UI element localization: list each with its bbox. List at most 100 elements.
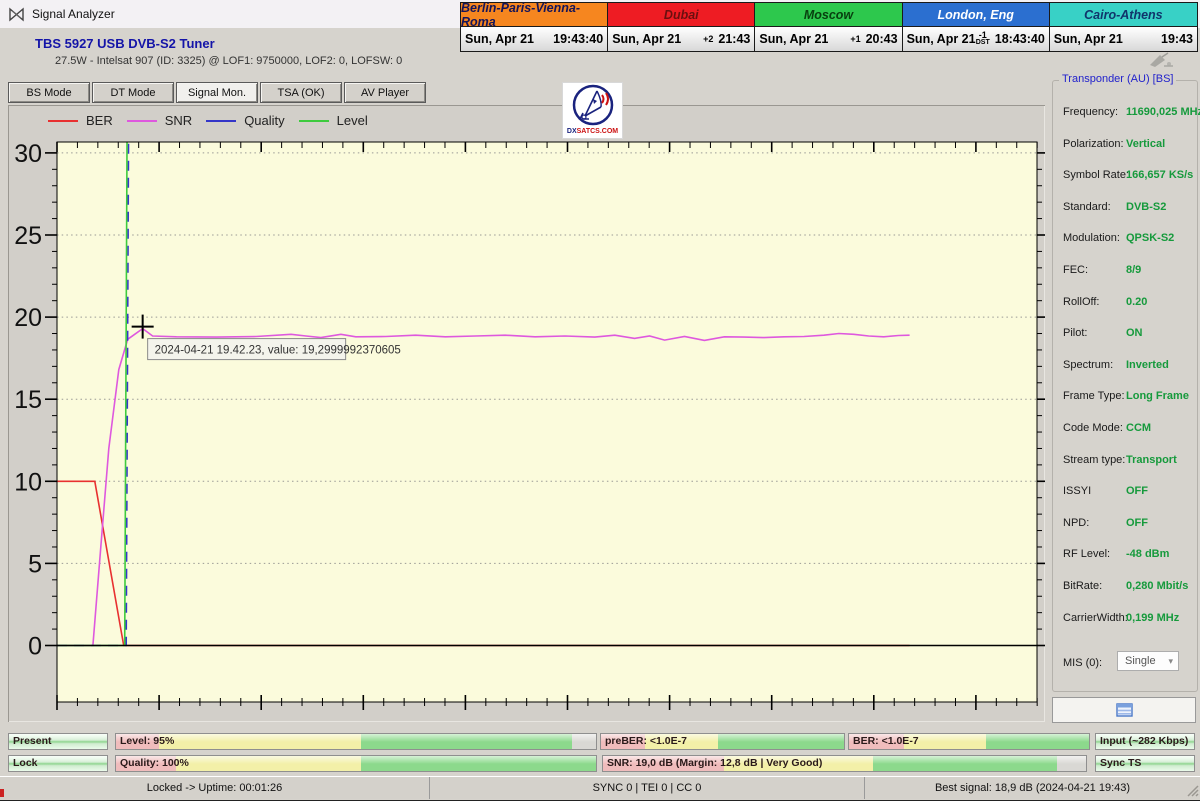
meter-label: Input (~282 Kbps) [1100,735,1189,747]
field-value: DVB-S2 [1126,200,1167,213]
clock-berlin-paris-vienna-roma: Berlin-Paris-Vienna-Roma Sun, Apr 21 19:43… [461,1,609,51]
status-bar: Locked -> Uptime: 00:01:26 SYNC 0 | TEI 0… [0,776,1200,799]
tuner-title: TBS 5927 USB DVB-S2 Tuner [35,36,215,51]
meter-preber: preBER: <1.0E-7 [600,733,845,750]
field-label: Stream type: [1063,453,1126,466]
meter-label: BER: <1.0E-7 [853,735,919,747]
corner-marker [0,789,4,797]
app-logo-icon [9,6,24,22]
meter-label: Sync TS [1100,757,1142,769]
clock-time-row: Sun, Apr 21 19:43:40 [461,27,608,51]
status-section-1: SYNC 0 | TEI 0 | CC 0 [430,777,865,799]
field-value: 8/9 [1126,264,1142,276]
clock-time: 21:43 [718,32,751,46]
meter-label: Lock [13,757,38,769]
meter-snr: SNR: 19,0 dB (Margin: 12,8 dB | Very Goo… [602,755,1087,772]
meter-label: preBER: <1.0E-7 [605,735,687,747]
clock-date: Sun, Apr 21 [906,32,976,46]
y-axis-label: 15 [14,386,42,414]
chart-tooltip-text: 2024-04-21 19.42.23, value: 19,299999237… [155,345,401,357]
clock-utc-offset: -1 DST [975,30,990,47]
field-label: Polarization: [1063,137,1124,150]
chevron-down-icon: ▾ [1168,655,1173,666]
mis-dropdown[interactable]: Single ▾ [1117,651,1179,671]
clock-london-eng: London, Eng Sun, Apr 21 -1 DST 18:43:40 [902,3,1050,51]
field-value: 11690,025 MHz [1126,106,1200,118]
field-label: BitRate: [1063,580,1103,592]
signal-chart-panel: BER SNR Quality Level 30 25 20 15 10 5 0 2024-04-2… [8,105,1045,722]
window-title: Signal Analyzer [32,7,115,21]
world-clock-panel: Berlin-Paris-Vienna-Roma Sun, Apr 21 19:43… [460,1,1198,52]
mis-label: MIS (0): [1063,657,1103,669]
field-label: Spectrum: [1063,358,1114,371]
clock-city-label: Moscow [755,3,902,27]
field-value: 0,280 Mbit/s [1126,580,1189,592]
meter-label: Present [13,735,52,747]
y-axis-label: 0 [28,633,42,661]
clock-date: Sun, Apr 21 [759,32,829,46]
status-section-0: Locked -> Uptime: 00:01:26 [0,777,430,799]
clock-cairo-athens: Cairo-Athens Sun, Apr 21 19:43 [1049,3,1197,51]
clock-time-row: Sun, Apr 21 +2 21:43 [608,27,755,51]
tab-signal-mon-[interactable]: Signal Mon. [176,82,258,103]
dxsatcs-logo: DXSATCS.COM [562,82,623,139]
field-label: Frequency: [1063,106,1119,118]
meter-present: Present [8,733,108,750]
y-axis-label: 5 [28,550,42,578]
clock-time: 19:43 [1161,32,1193,46]
clock-moscow: Moscow Sun, Apr 21 +1 20:43 [755,3,903,51]
tab-tsa-ok-[interactable]: TSA (OK) [260,82,342,103]
field-value: 166,657 KS/s [1126,169,1194,182]
field-label: FEC: [1063,264,1089,276]
tab-dt-mode[interactable]: DT Mode [92,82,174,103]
clock-dubai: Dubai Sun, Apr 21 +2 21:43 [608,3,756,51]
meter-level: Level: 95% [115,733,597,750]
mis-dropdown-value: Single [1125,655,1156,667]
field-value: Inverted [1126,358,1169,371]
dxsatcs-logo-text: DXSATCS.COM [566,128,619,135]
meter-label: SNR: 19,0 dB (Margin: 12,8 dB | Very Goo… [607,757,823,769]
field-value: 0,199 MHz [1126,611,1180,624]
field-label: CarrierWidth: [1063,611,1128,624]
clock-city-label: Berlin-Paris-Vienna-Roma [461,1,608,29]
field-label: Frame Type: [1063,390,1125,403]
plot-area [57,142,1037,702]
clock-city-label: Dubai [608,3,755,27]
field-value: Long Frame [1126,390,1189,403]
field-value: -48 dBm [1126,548,1170,561]
field-value: OFF [1126,485,1148,498]
signal-analyzer-window: Signal Analyzer Berlin-Paris-Vienna-Roma… [0,0,1200,801]
tuner-subtitle: 27.5W - Intelsat 907 (ID: 3325) @ LOF1: … [55,55,403,67]
field-label: NPD: [1063,516,1090,529]
field-value: CCM [1126,422,1152,434]
field-label: RF Level: [1063,548,1111,561]
save-list-icon [1115,703,1133,717]
clock-utc-offset: +2 [703,34,714,44]
meter-label: Quality: 100% [120,757,189,769]
field-value: Transport [1126,453,1177,466]
meter-lock: Lock [8,755,108,772]
signal-history-chart[interactable]: 30 25 20 15 10 5 0 2024-04-21 19.42.23, value: … [8,105,1045,722]
resize-grip-icon[interactable] [1186,784,1199,797]
save-button[interactable] [1052,697,1196,723]
y-axis-label: 20 [14,304,42,332]
transponder-panel-title: Transponder (AU) [BS] [1059,73,1177,85]
clock-time-row: Sun, Apr 21 19:43 [1049,27,1197,51]
field-label: Code Mode: [1063,422,1123,434]
clock-time-row: Sun, Apr 21 -1 DST 18:43:40 [902,27,1049,51]
tab-av-player[interactable]: AV Player [344,82,426,103]
field-value: ON [1126,327,1143,340]
meter-ber: BER: <1.0E-7 [848,733,1090,750]
dxsatcs-dish-icon [572,84,613,126]
tab-bs-mode[interactable]: BS Mode [8,82,90,103]
meter-sync-ts: Sync TS [1095,755,1195,772]
meter-label: Level: 95% [120,735,175,747]
clock-date: Sun, Apr 21 [612,32,682,46]
clock-utc-offset: +1 [850,34,861,44]
mode-tabs: BS Mode DT Mode Signal Mon. TSA (OK) AV Play… [8,82,426,103]
y-axis-label: 30 [14,140,42,168]
transponder-panel: Transponder (AU) [BS] Frequency: 11690,02… [1052,73,1200,692]
clock-time: 19:43:40 [553,32,604,46]
satellite-watermark-icon [1148,52,1174,73]
clock-city-label: Cairo-Athens [1049,3,1197,27]
